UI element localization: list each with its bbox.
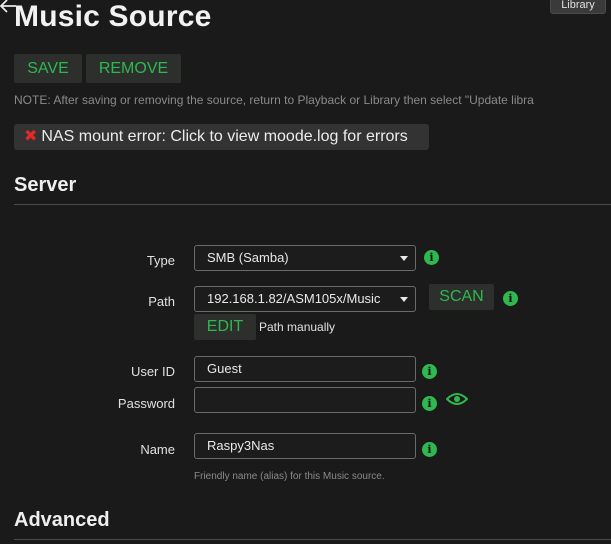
error-x-icon: ✖ xyxy=(24,128,38,145)
password-input[interactable] xyxy=(194,387,416,413)
info-icon[interactable]: i xyxy=(422,396,437,411)
name-input[interactable]: Raspy3Nas xyxy=(194,433,416,459)
info-icon[interactable]: i xyxy=(503,291,518,306)
page-title: Music Source xyxy=(14,0,212,33)
server-divider xyxy=(14,204,611,205)
edit-path-button[interactable]: EDIT xyxy=(194,314,256,340)
note-text: NOTE: After saving or removing the sourc… xyxy=(14,93,534,107)
name-helper-text: Friendly name (alias) for this Music sou… xyxy=(194,471,385,482)
path-select-value: 192.168.1.82/ASM105x/Music xyxy=(207,291,381,306)
remove-button[interactable]: REMOVE xyxy=(86,54,181,83)
error-badge[interactable]: ✖ NAS mount error: Click to view moode.lo… xyxy=(14,124,429,150)
userid-label: User ID xyxy=(130,364,175,379)
info-icon[interactable]: i xyxy=(422,442,437,457)
save-button[interactable]: SAVE xyxy=(14,54,82,83)
type-select-value: SMB (Samba) xyxy=(207,250,289,265)
server-heading: Server xyxy=(14,174,77,196)
name-label: Name xyxy=(140,442,175,457)
path-select[interactable]: 192.168.1.82/ASM105x/Music xyxy=(194,286,416,312)
eye-icon[interactable] xyxy=(445,392,469,411)
info-icon[interactable]: i xyxy=(422,364,437,379)
scan-button[interactable]: SCAN xyxy=(429,284,494,310)
path-label: Path xyxy=(148,294,175,309)
type-select[interactable]: SMB (Samba) xyxy=(194,245,416,271)
advanced-heading: Advanced xyxy=(14,509,110,531)
library-tab[interactable]: Library xyxy=(550,0,606,14)
type-label: Type xyxy=(146,253,175,268)
userid-input[interactable]: Guest xyxy=(194,356,416,382)
chevron-down-icon xyxy=(400,297,408,302)
advanced-divider xyxy=(14,539,611,540)
password-label: Password xyxy=(117,396,175,411)
chevron-down-icon xyxy=(400,256,408,261)
edit-path-note: Path manually xyxy=(259,320,336,334)
error-text: NAS mount error: Click to view moode.log… xyxy=(41,128,408,145)
info-icon[interactable]: i xyxy=(424,250,439,265)
